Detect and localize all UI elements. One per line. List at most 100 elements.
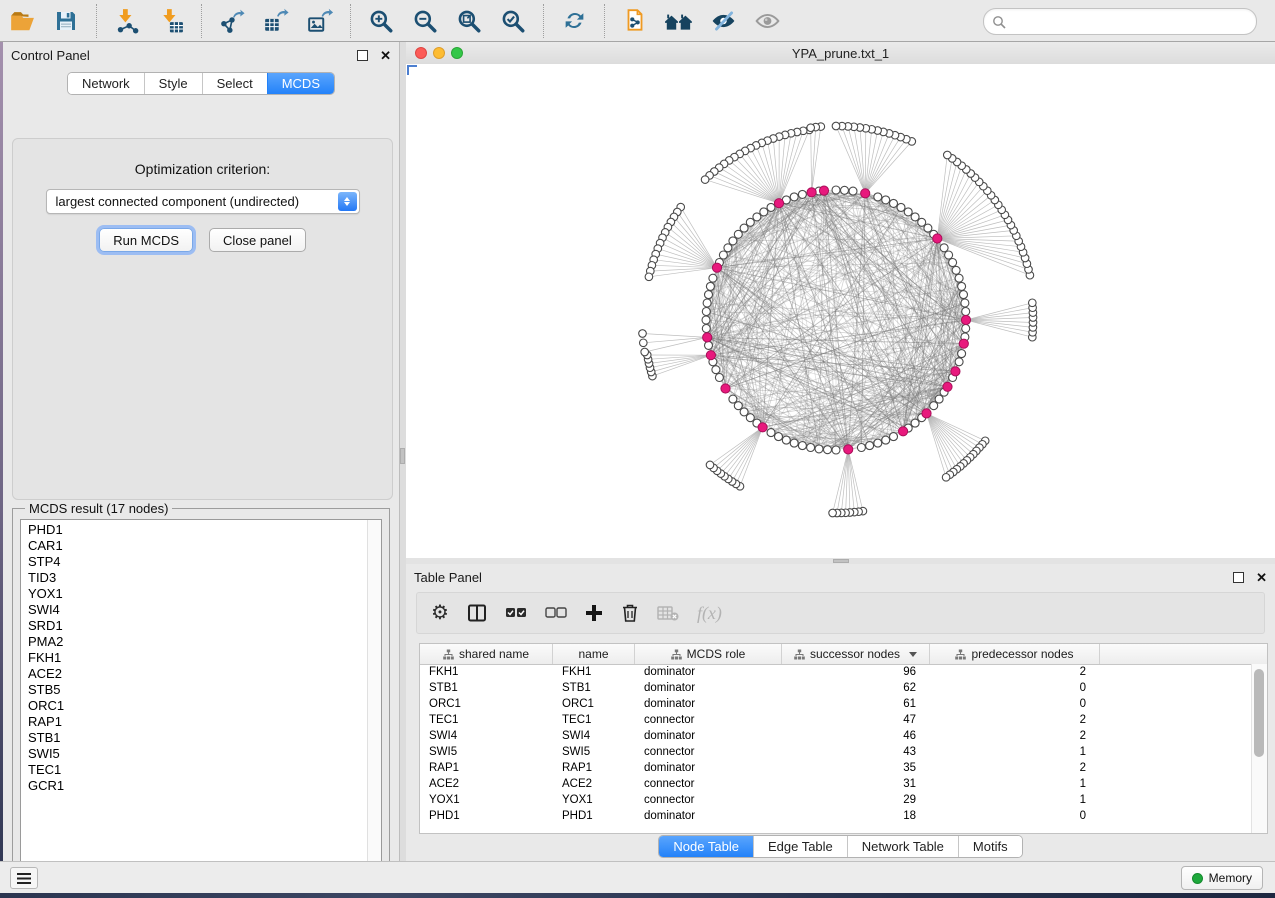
mcds-node[interactable] [961, 315, 970, 324]
close-panel-icon[interactable]: ✕ [1256, 571, 1267, 584]
tab-style[interactable]: Style [144, 73, 202, 94]
ring-node[interactable] [760, 208, 768, 216]
ring-node[interactable] [911, 213, 919, 221]
leaf-node[interactable] [641, 348, 649, 356]
ring-node[interactable] [890, 199, 898, 207]
ring-node[interactable] [705, 341, 713, 349]
leaf-node[interactable] [832, 122, 840, 130]
zoom-fit-icon[interactable] [454, 6, 484, 36]
ring-node[interactable] [958, 282, 966, 290]
table-options-gear-icon[interactable]: ⚙ [431, 600, 449, 626]
task-history-button[interactable] [10, 867, 38, 889]
close-panel-button[interactable]: Close panel [209, 228, 306, 252]
show-columns-icon[interactable] [467, 600, 487, 626]
tab-edge-table[interactable]: Edge Table [753, 836, 847, 857]
ring-node[interactable] [849, 187, 857, 195]
mcds-result-item[interactable]: ACE2 [28, 666, 381, 682]
mcds-node[interactable] [899, 427, 908, 436]
mcds-result-item[interactable]: STP4 [28, 554, 381, 570]
mcds-node[interactable] [959, 339, 968, 348]
show-all-icon[interactable] [752, 6, 782, 36]
mcds-result-item[interactable]: FKH1 [28, 650, 381, 666]
mcds-node[interactable] [951, 367, 960, 376]
table-row[interactable]: STB1STB1dominator620 [420, 680, 1252, 696]
table-row[interactable]: SWI4SWI4dominator462 [420, 728, 1252, 744]
refresh-icon[interactable] [559, 6, 589, 36]
ring-node[interactable] [729, 395, 737, 403]
network-canvas[interactable] [406, 64, 1275, 557]
export-table-icon[interactable] [261, 6, 291, 36]
zoom-selected-icon[interactable] [498, 6, 528, 36]
ring-node[interactable] [715, 374, 723, 382]
mcds-node[interactable] [844, 445, 853, 454]
memory-button[interactable]: Memory [1181, 866, 1263, 890]
leaf-node[interactable] [639, 330, 647, 338]
mcds-node[interactable] [933, 234, 942, 243]
tab-network-table[interactable]: Network Table [847, 836, 958, 857]
mcds-result-item[interactable]: YOX1 [28, 586, 381, 602]
mcds-result-item[interactable]: TEC1 [28, 762, 381, 778]
ring-node[interactable] [702, 325, 710, 333]
float-panel-icon[interactable] [357, 50, 368, 61]
table-row[interactable]: ACE2ACE2connector311 [420, 776, 1252, 792]
ring-node[interactable] [775, 433, 783, 441]
mcds-node[interactable] [807, 188, 816, 197]
ring-node[interactable] [729, 237, 737, 245]
tab-select[interactable]: Select [202, 73, 267, 94]
leaf-node[interactable] [1029, 299, 1037, 307]
leaf-node[interactable] [807, 124, 815, 132]
ring-node[interactable] [962, 325, 970, 333]
ring-node[interactable] [706, 282, 714, 290]
tab-network[interactable]: Network [68, 73, 144, 94]
ring-node[interactable] [945, 251, 953, 259]
run-mcds-button[interactable]: Run MCDS [99, 228, 193, 252]
table-row[interactable]: ORC1ORC1dominator610 [420, 696, 1252, 712]
mcds-result-item[interactable]: RAP1 [28, 714, 381, 730]
ring-node[interactable] [798, 442, 806, 450]
splitter-handle[interactable] [833, 559, 849, 563]
leaf-node[interactable] [701, 176, 709, 184]
hide-selected-icon[interactable] [708, 6, 738, 36]
mcds-node[interactable] [758, 423, 767, 432]
open-file-icon[interactable] [7, 6, 37, 36]
ring-node[interactable] [702, 308, 710, 316]
mcds-node[interactable] [861, 189, 870, 198]
export-network-icon[interactable] [217, 6, 247, 36]
column-header-shared-name[interactable]: shared name [420, 644, 553, 664]
table-row[interactable]: FKH1FKH1dominator962 [420, 664, 1252, 680]
ring-node[interactable] [734, 230, 742, 238]
mcds-result-item[interactable]: PHD1 [28, 522, 381, 538]
ring-node[interactable] [703, 299, 711, 307]
save-icon[interactable] [51, 6, 81, 36]
ring-node[interactable] [798, 190, 806, 198]
leaf-node[interactable] [706, 461, 714, 469]
mcds-result-item[interactable]: STB5 [28, 682, 381, 698]
column-header-predecessor-nodes[interactable]: predecessor nodes [930, 644, 1100, 664]
import-network-icon[interactable] [112, 6, 142, 36]
export-image-icon[interactable] [305, 6, 335, 36]
ring-node[interactable] [897, 203, 905, 211]
ring-node[interactable] [767, 429, 775, 437]
ring-node[interactable] [790, 193, 798, 201]
ring-node[interactable] [709, 274, 717, 282]
ring-node[interactable] [832, 446, 840, 454]
table-row[interactable]: RAP1RAP1dominator352 [420, 760, 1252, 776]
mcds-result-item[interactable]: GCR1 [28, 778, 381, 794]
search-box[interactable] [983, 8, 1257, 35]
ring-node[interactable] [930, 402, 938, 410]
import-table-icon[interactable] [156, 6, 186, 36]
mcds-node[interactable] [706, 351, 715, 360]
ring-node[interactable] [753, 213, 761, 221]
ring-node[interactable] [782, 436, 790, 444]
mcds-result-item[interactable]: CAR1 [28, 538, 381, 554]
mcds-node[interactable] [922, 409, 931, 418]
mcds-result-item[interactable]: SWI4 [28, 602, 381, 618]
mcds-node[interactable] [819, 186, 828, 195]
mcds-result-item[interactable]: TID3 [28, 570, 381, 586]
ring-node[interactable] [961, 299, 969, 307]
first-neighbors-icon[interactable] [664, 6, 694, 36]
ring-node[interactable] [955, 274, 963, 282]
ring-node[interactable] [705, 291, 713, 299]
leaf-node[interactable] [942, 474, 950, 482]
ring-node[interactable] [952, 266, 960, 274]
